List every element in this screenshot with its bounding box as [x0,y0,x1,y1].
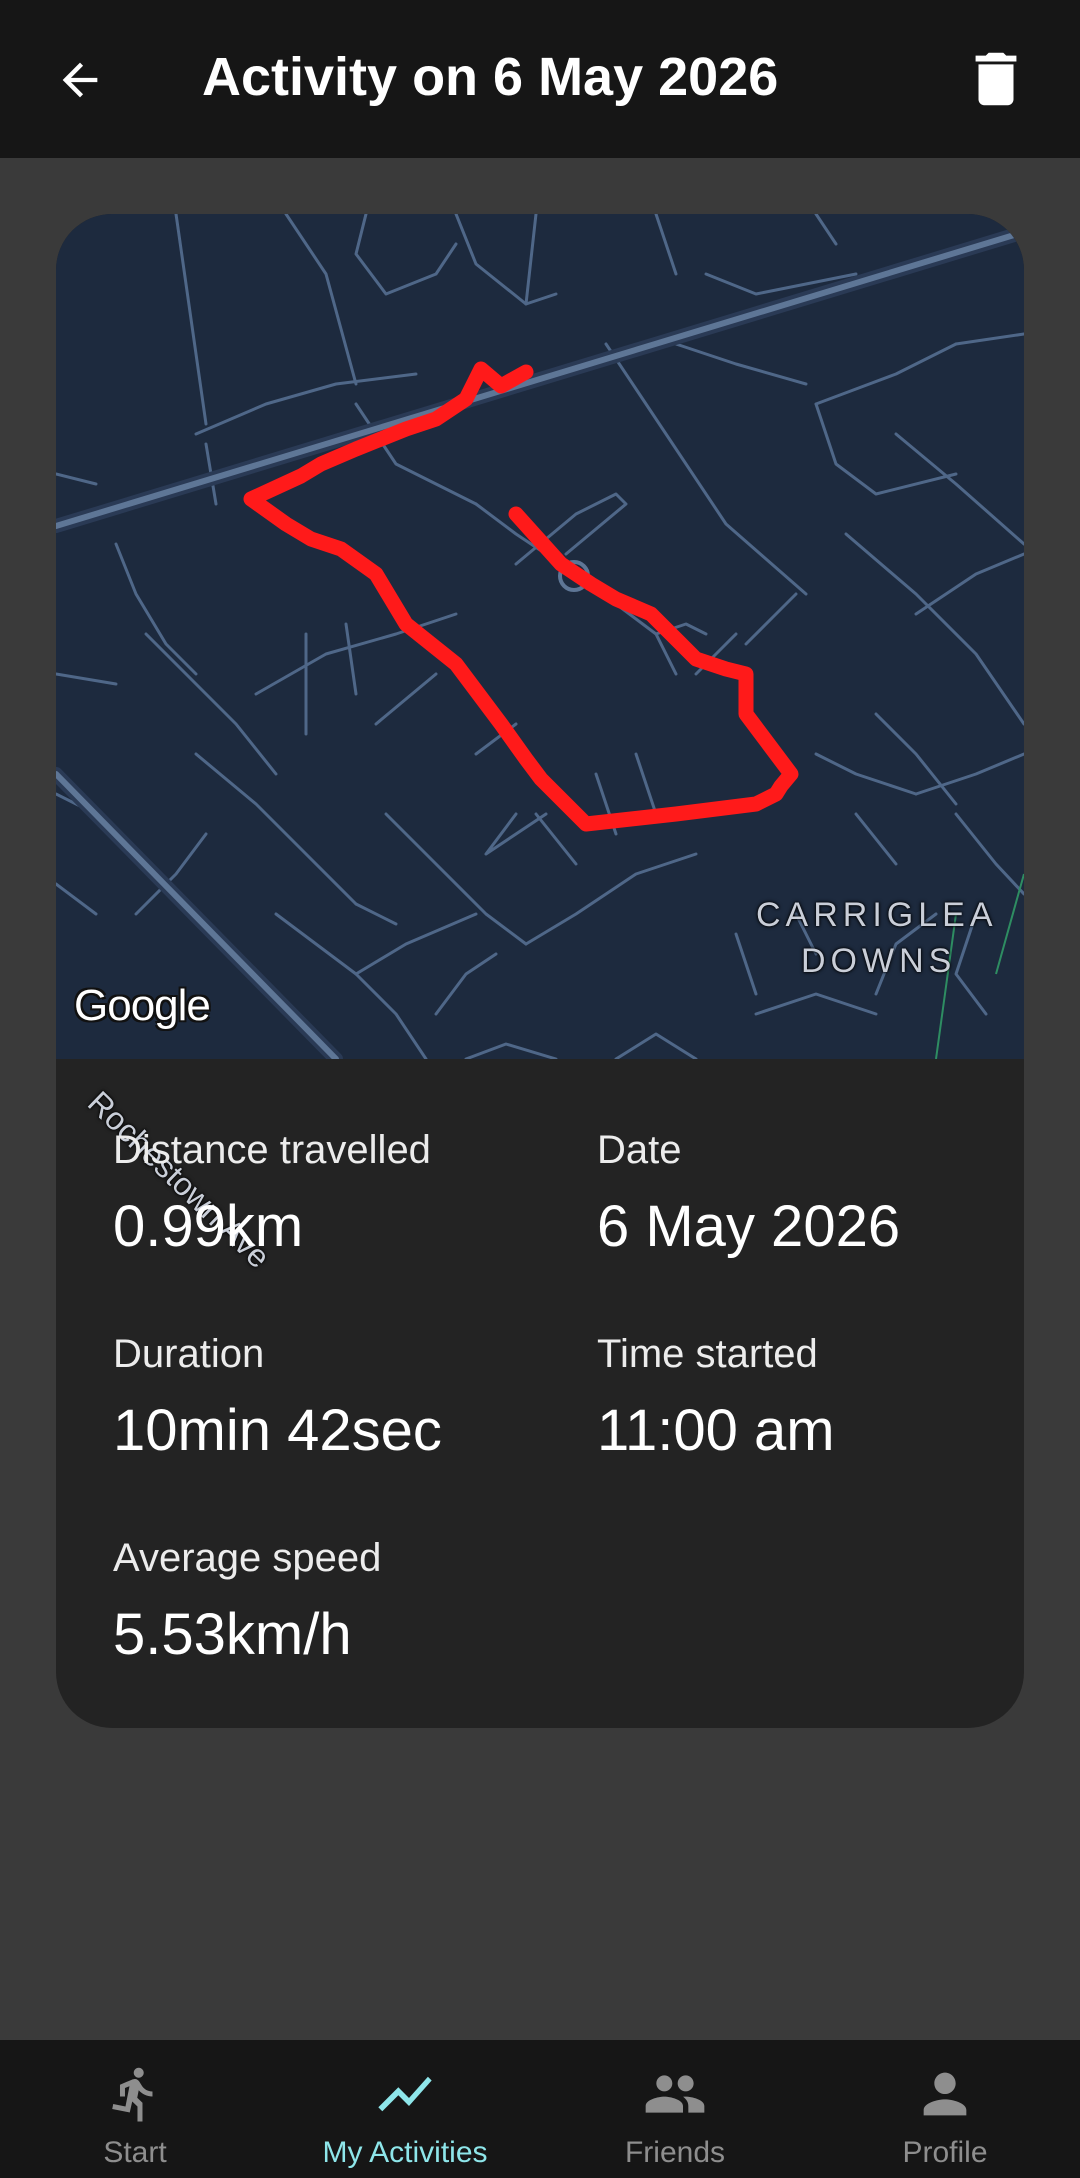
trend-icon [369,2062,441,2126]
people-icon [639,2062,711,2126]
activity-card: Rochestown Ave CARRIGLEA DOWNS Google Di… [56,214,1024,1728]
run-icon [99,2062,171,2126]
page-title: Activity on 6 May 2026 [202,47,779,107]
arrow-back-icon [62,62,98,98]
stat-distance: Distance travelled 0.99km [113,1128,431,1260]
area-label-line1: CARRIGLEA [756,896,998,934]
area-label-line2: DOWNS [801,942,957,980]
stat-value: 6 May 2026 [597,1194,901,1259]
trash-icon [975,52,1017,106]
nav-label-start: Start [103,2136,167,2169]
delete-button[interactable] [955,38,1037,120]
stat-value: 10min 42sec [113,1398,442,1463]
nav-label-friends: Friends [624,2136,726,2169]
nav-item-start[interactable]: Start [0,2040,270,2178]
back-button[interactable] [40,40,120,120]
stat-time-started: Time started 11:00 am [597,1332,835,1464]
nav-label-profile: Profile [902,2136,988,2169]
person-icon [909,2062,981,2126]
bottom-navigation: Start My Activities Friends Profile [0,2040,1080,2178]
stat-duration: Duration 10min 42sec [113,1332,442,1464]
stat-label: Duration [113,1332,265,1376]
stat-average-speed: Average speed 5.53km/h [113,1536,381,1668]
stat-label: Date [597,1128,682,1172]
stat-label: Distance travelled [113,1128,431,1172]
route-map[interactable]: Rochestown Ave CARRIGLEA DOWNS Google [56,214,1024,1275]
stat-date: Date 6 May 2026 [597,1128,900,1260]
stat-value: 0.99km [113,1194,304,1259]
nav-item-friends[interactable]: Friends [540,2040,810,2178]
stat-value: 5.53km/h [113,1602,352,1667]
stat-label: Average speed [113,1536,382,1580]
google-attribution: Google [74,981,211,1030]
nav-label-my-activities: My Activities [322,2136,488,2169]
nav-item-profile[interactable]: Profile [810,2040,1080,2178]
stat-label: Time started [597,1332,818,1376]
stat-value: 11:00 am [597,1398,835,1463]
nav-item-my-activities[interactable]: My Activities [270,2040,540,2178]
app-bar: Activity on 6 May 2026 [0,0,1080,158]
